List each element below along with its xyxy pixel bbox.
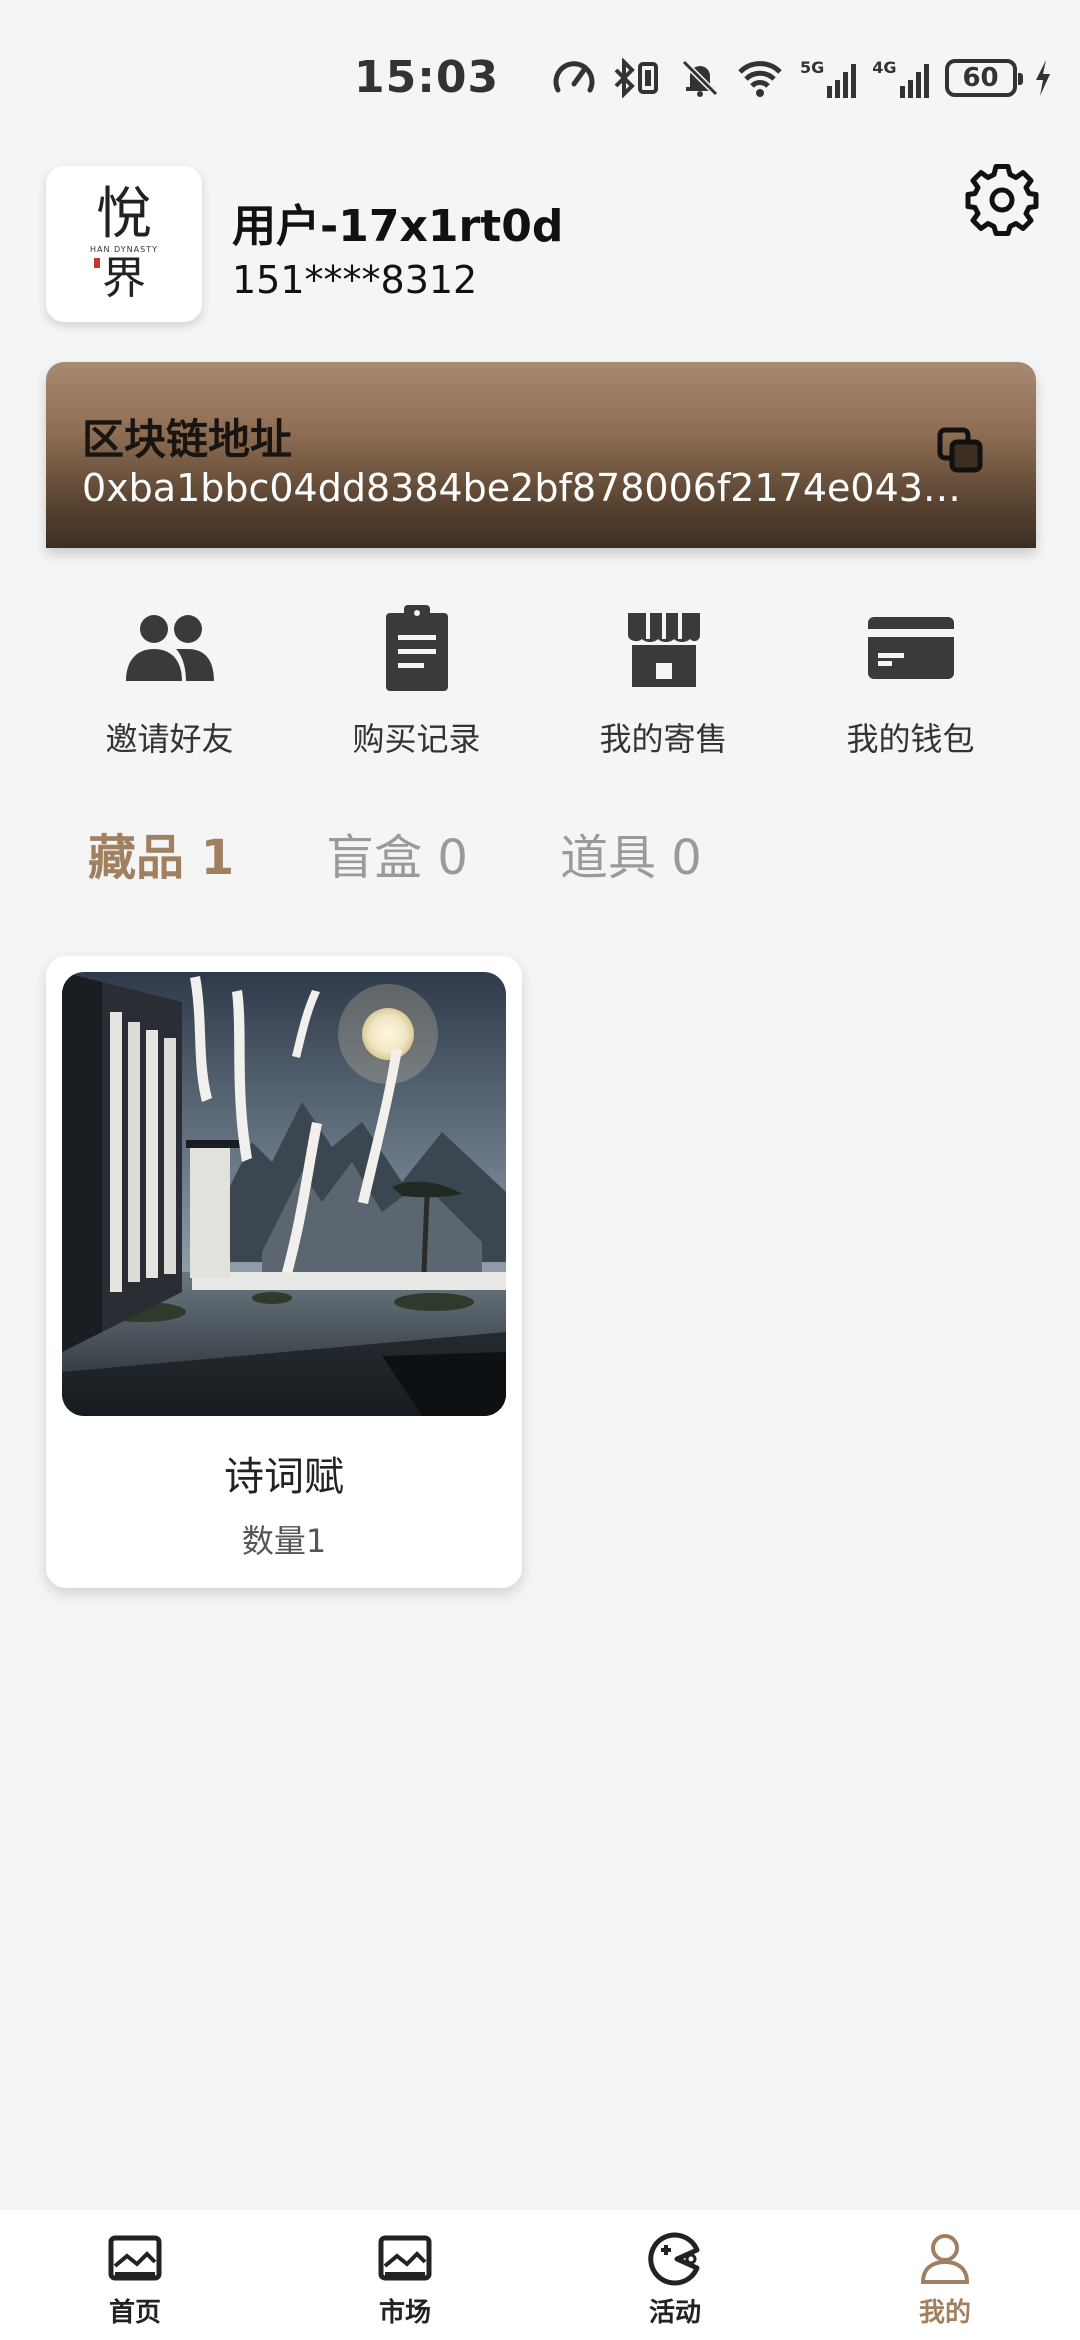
username: 用户-17x1rt0d	[232, 201, 564, 252]
collectible-name: 诗词赋	[224, 1454, 344, 1500]
home-picture-icon	[108, 2235, 162, 2281]
avatar-logo-top: 悅	[96, 181, 152, 247]
bottom-nav: 首页 市场 活动 我的	[0, 2210, 1080, 2340]
nav-activity-label: 活动	[648, 2298, 701, 2328]
blockchain-address-value: 0xba1bbc04dd8384be2bf878006f2174e043…	[82, 466, 961, 510]
invite-friends-label: 邀请好友	[105, 720, 234, 758]
network-5g-label: 5G	[800, 58, 825, 77]
purchase-history-button[interactable]: 购买记录	[293, 600, 540, 760]
blockchain-address-title: 区块链地址	[82, 415, 293, 464]
network-4g-label: 4G	[872, 58, 897, 77]
mute-bell-icon	[681, 59, 719, 97]
speed-icon	[553, 61, 595, 93]
profile-page: 15:03 5G 4G 60 悅 HAN DYNASTY 界 用户-17x1rt…	[0, 0, 1080, 2340]
tab-props[interactable]: 道具 0	[560, 818, 702, 888]
copy-icon[interactable]	[936, 426, 984, 474]
nav-market-label: 市场	[378, 2298, 431, 2328]
clipboard-icon	[385, 605, 448, 691]
store-icon	[627, 613, 700, 687]
bluetooth-vibrate-icon	[614, 58, 658, 98]
battery-icon: 60	[944, 59, 1023, 97]
collectible-quantity: 数量1	[241, 1522, 327, 1560]
tab-collectibles[interactable]: 藏品 1	[88, 818, 234, 888]
nav-mine-label: 我的	[918, 2298, 971, 2328]
my-wallet-label: 我的钱包	[846, 720, 975, 758]
signal-4g-icon: 4G	[872, 58, 929, 98]
avatar-logo-bottom: 界	[102, 252, 146, 304]
nav-activity[interactable]: 活动	[540, 2210, 810, 2340]
nav-home-label: 首页	[108, 2298, 161, 2328]
blockchain-address-card: 区块链地址 0xba1bbc04dd8384be2bf878006f2174e0…	[46, 362, 1036, 548]
invite-friends-button[interactable]: 邀请好友	[46, 600, 293, 760]
quick-actions: 邀请好友 购买记录 我的寄售 我的钱包	[46, 600, 1036, 760]
nav-market[interactable]: 市场	[270, 2210, 540, 2340]
collectible-image	[62, 972, 506, 1416]
market-picture-icon	[378, 2235, 432, 2281]
status-icons: 5G 4G 60	[552, 54, 1053, 102]
battery-level: 60	[962, 63, 999, 93]
settings-gear-icon[interactable]	[964, 162, 1040, 238]
avatar-seal	[94, 258, 100, 268]
wifi-icon	[738, 61, 782, 97]
card-icon	[867, 617, 954, 679]
phone-number: 151****8312	[232, 258, 478, 302]
avatar[interactable]: 悅 HAN DYNASTY 界	[46, 166, 202, 322]
status-bar: 15:03 5G 4G 60	[0, 0, 1080, 150]
my-consignment-label: 我的寄售	[599, 720, 728, 758]
user-icon	[920, 2234, 970, 2284]
purchase-history-label: 购买记录	[352, 720, 481, 758]
signal-5g-icon: 5G	[800, 58, 857, 98]
tab-blind-boxes[interactable]: 盲盒 0	[326, 818, 468, 888]
nav-home[interactable]: 首页	[0, 2210, 270, 2340]
people-icon	[125, 615, 214, 681]
nav-mine[interactable]: 我的	[810, 2210, 1080, 2340]
my-wallet-button[interactable]: 我的钱包	[787, 600, 1034, 760]
collection-tabs: 藏品 1 盲盒 0 道具 0	[88, 818, 794, 888]
my-consignment-button[interactable]: 我的寄售	[540, 600, 787, 760]
charging-icon	[1035, 60, 1050, 96]
activity-icon	[648, 2232, 700, 2286]
collectible-card[interactable]: 诗词赋 数量1	[46, 956, 522, 1588]
status-time: 15:03	[354, 52, 500, 103]
